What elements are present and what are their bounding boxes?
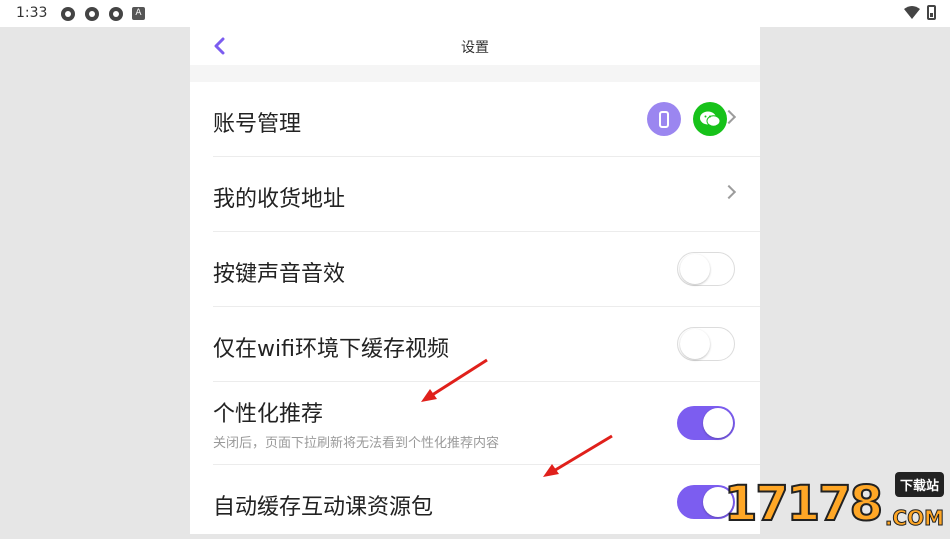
- key-sound-toggle[interactable]: [677, 252, 735, 286]
- wechat-icon: [693, 102, 727, 136]
- wifi-cache-row: 仅在wifi环境下缓存视频: [213, 307, 760, 382]
- wifi-cache-label: 仅在wifi环境下缓存视频: [213, 337, 449, 362]
- personalized-recommendation-label: 个性化推荐: [213, 402, 324, 427]
- chevron-right-icon: [721, 184, 737, 200]
- key-sound-label: 按键声音音效: [213, 262, 346, 287]
- top-bar: 设置: [190, 27, 760, 65]
- settings-gear-icon: [61, 7, 75, 21]
- personalized-recommendation-hint: 关闭后，页面下拉刷新将无法看到个性化推荐内容: [213, 436, 500, 451]
- settings-gear-icon: [109, 7, 123, 21]
- personalized-recommendation-toggle[interactable]: [677, 406, 735, 440]
- battery-icon: [927, 5, 936, 20]
- phone-icon: [647, 102, 681, 136]
- site-watermark: 17178 下载站 .COM: [723, 472, 946, 533]
- settings-gear-icon: [85, 7, 99, 21]
- key-sound-row: 按键声音音效: [213, 232, 760, 307]
- status-bar: 1:33 A: [0, 0, 950, 27]
- watermark-digits: 17178: [723, 475, 884, 533]
- auto-cache-label: 自动缓存互动课资源包: [213, 495, 434, 520]
- page-title: 设置: [461, 40, 489, 56]
- watermark-tag: 下载站: [894, 472, 944, 497]
- shipping-address-label: 我的收货地址: [213, 187, 346, 212]
- account-management-row[interactable]: 账号管理: [213, 82, 760, 157]
- status-time: 1:33: [16, 5, 48, 21]
- account-management-label: 账号管理: [213, 112, 302, 137]
- shipping-address-row[interactable]: 我的收货地址: [213, 157, 760, 232]
- status-icons-right: [903, 5, 936, 20]
- settings-panel: 设置 账号管理 我的收货地址 按键声音音效 仅在wifi环境下缓存视频 个性化推…: [190, 27, 760, 534]
- watermark-suffix: .COM: [884, 506, 944, 531]
- wifi-cache-toggle[interactable]: [677, 327, 735, 361]
- wifi-icon: [904, 5, 920, 19]
- status-icons-left: A: [60, 6, 145, 22]
- a-notification-icon: A: [132, 7, 145, 20]
- personalized-recommendation-row: 个性化推荐 关闭后，页面下拉刷新将无法看到个性化推荐内容: [213, 382, 760, 465]
- auto-cache-row: 自动缓存互动课资源包: [213, 465, 760, 539]
- section-gap: [190, 65, 760, 82]
